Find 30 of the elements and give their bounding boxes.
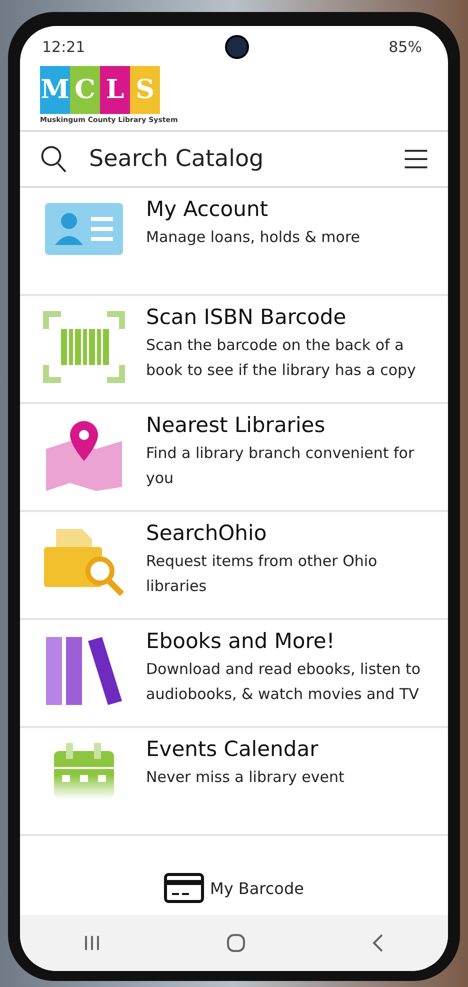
menu-item-description: Scan the barcode on the back of a book to see if the library has a copy [146, 335, 417, 381]
calendar-icon [52, 743, 116, 799]
menu-item-title[interactable]: SearchOhio [146, 521, 432, 545]
menu-item-title[interactable]: Nearest Libraries [146, 413, 432, 437]
search-field[interactable]: Search Catalog [89, 142, 382, 176]
logo-letter: M [40, 66, 70, 114]
menu-item-description: Never miss a library event [146, 767, 344, 788]
menu-item-title[interactable]: Events Calendar [146, 737, 344, 761]
menu-item-description: Download and read ebooks, listen to audiobooks, & watch movies and TV [146, 659, 422, 705]
menu-item-description: Request items from other Ohio libraries [146, 551, 378, 597]
menu-item-title[interactable]: Scan ISBN Barcode [146, 305, 432, 329]
menu-item-description: Find a library branch convenient for you [146, 443, 416, 489]
logo-letter: L [100, 66, 130, 114]
camera-icon [224, 35, 249, 59]
menu-item-title[interactable]: My Account [146, 197, 360, 221]
home-icon [226, 933, 246, 953]
battery-level: 85% [388, 38, 422, 56]
id-card-icon [45, 203, 123, 255]
map-pin-icon [44, 419, 124, 491]
barcode-icon [43, 311, 125, 383]
logo-letter: C [70, 66, 100, 114]
back-icon [371, 933, 386, 953]
logo-letter: S [130, 66, 160, 114]
card-icon [164, 873, 204, 903]
recent-apps-icon [82, 934, 101, 952]
menu-item-description: Manage loans, holds & more [146, 227, 360, 248]
status-time: 12:21 [42, 38, 86, 56]
books-icon [44, 635, 124, 707]
folder-search-icon [42, 527, 126, 597]
menu-item-title[interactable]: Ebooks and More! [146, 629, 432, 653]
